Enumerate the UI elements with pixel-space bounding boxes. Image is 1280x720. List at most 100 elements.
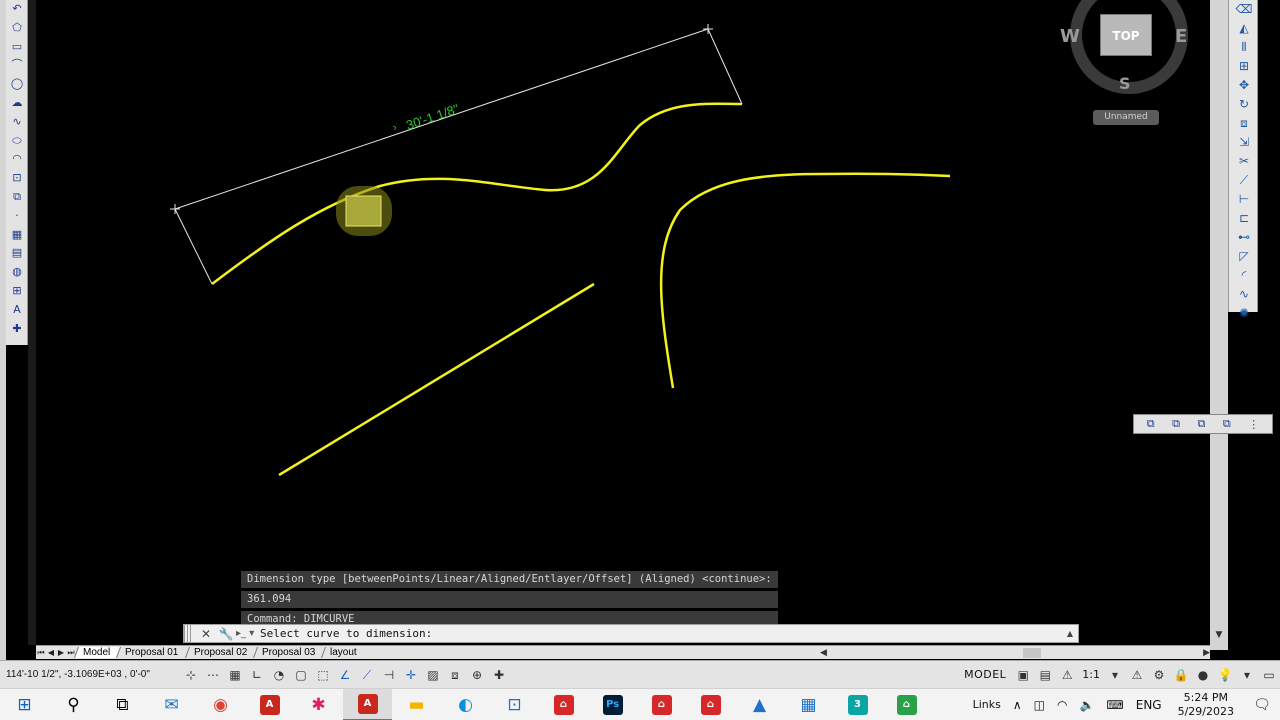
rotate-icon[interactable]: ↻ xyxy=(1229,95,1259,114)
zoom-extents-icon[interactable]: ⧉ xyxy=(1172,417,1180,431)
ellipse-icon[interactable]: ⬭ xyxy=(6,132,28,151)
explode-icon[interactable]: ✺ xyxy=(1229,304,1259,323)
annotation-visibility-icon[interactable]: ⚠ xyxy=(1056,666,1078,684)
keyboard-icon[interactable]: ⌨ xyxy=(1100,698,1129,712)
selection-cycling-icon[interactable]: ⧈ xyxy=(444,666,466,684)
command-history-up-icon[interactable]: ▲ xyxy=(1062,629,1078,638)
chrome-icon[interactable]: ◉ xyxy=(196,689,245,720)
command-line[interactable]: ✕ 🔧 ▸_ ▾ Select curve to dimension: ▲ xyxy=(183,624,1079,643)
gizmo-icon[interactable]: ✚ xyxy=(488,666,510,684)
mirror-icon[interactable]: ◭ xyxy=(1229,19,1259,38)
first-tab-icon[interactable]: ⏮ xyxy=(36,648,46,658)
blend-curves-icon[interactable]: ∿ xyxy=(1229,285,1259,304)
model-space-button[interactable]: MODEL xyxy=(958,668,1012,681)
polar-tracking-icon[interactable]: ◔ xyxy=(268,666,290,684)
transparency-icon[interactable]: ▨ xyxy=(422,666,444,684)
photos-icon[interactable]: ▲ xyxy=(735,689,784,720)
circle-icon[interactable]: ◯ xyxy=(6,75,28,94)
tab-proposal-01[interactable]: Proposal 01 xyxy=(116,647,189,658)
arc-icon[interactable]: ⌒ xyxy=(6,56,28,75)
app-red-icon[interactable]: ⌂ xyxy=(539,689,588,720)
workspace-switching-icon[interactable]: ⚙ xyxy=(1148,666,1170,684)
line-diagonal[interactable] xyxy=(278,282,595,477)
quick-view-drawings-icon[interactable]: ▤ xyxy=(1034,666,1056,684)
wrench-icon[interactable]: 🔧 xyxy=(216,627,236,641)
app-red-2-icon[interactable]: ⌂ xyxy=(637,689,686,720)
quick-view-layouts-icon[interactable]: ▣ xyxy=(1012,666,1034,684)
mail-icon[interactable]: ✉ xyxy=(147,689,196,720)
fillet-icon[interactable]: ◜ xyxy=(1229,266,1259,285)
scroll-track[interactable] xyxy=(832,647,1198,658)
acrobat-icon[interactable]: A xyxy=(245,689,294,720)
table-icon[interactable]: ⊞ xyxy=(6,282,28,301)
windows-start-icon[interactable]: ⊞ xyxy=(0,689,49,720)
status-menu-icon[interactable]: ▾ xyxy=(1236,666,1258,684)
isolate-objects-icon[interactable]: 💡 xyxy=(1214,666,1236,684)
tab-model[interactable]: Model xyxy=(73,647,121,658)
object-snap-tracking-icon[interactable]: ∠ xyxy=(334,666,356,684)
sketch-icon[interactable]: ⌂ xyxy=(882,689,931,720)
lineweight-icon[interactable]: ✛ xyxy=(400,666,422,684)
zoom-window-icon[interactable]: ⧉ xyxy=(1147,417,1155,431)
spline-icon[interactable]: ∿ xyxy=(6,113,28,132)
drawing-canvas[interactable]: 30'-1 1/8" › xyxy=(0,0,1210,645)
region-icon[interactable]: ◍ xyxy=(6,263,28,282)
language-indicator[interactable]: ENG xyxy=(1130,698,1168,712)
chevron-up-icon[interactable]: ∧ xyxy=(1007,698,1028,712)
coordinate-readout[interactable]: 114'-10 1/2", -3.1069E+03 , 0'-0" xyxy=(0,669,180,680)
toolbar-grip-icon[interactable]: ⋮ xyxy=(1248,418,1259,431)
infer-constraints-icon[interactable]: ⊹ xyxy=(180,666,202,684)
store-icon[interactable]: ⊡ xyxy=(490,689,539,720)
command-prompt-icon[interactable]: ▸_ ▾ xyxy=(236,628,258,639)
extend-icon[interactable]: ⟋ xyxy=(1229,171,1259,190)
insert-block-icon[interactable]: ⊡ xyxy=(6,169,28,188)
tab-layout[interactable]: layout xyxy=(321,647,368,658)
rectangle-icon[interactable]: ▭ xyxy=(6,38,28,57)
grid-display-icon[interactable]: ▦ xyxy=(224,666,246,684)
annotation-lock-icon[interactable]: 🔒 xyxy=(1170,666,1192,684)
point-icon[interactable]: · xyxy=(6,207,28,226)
dynamic-input-icon[interactable]: ⊣ xyxy=(378,666,400,684)
compass-south[interactable]: S xyxy=(1119,74,1131,93)
3dsmax-icon[interactable]: 3 xyxy=(833,689,882,720)
wifi-icon[interactable]: ◠ xyxy=(1051,698,1073,712)
zoom-all-icon[interactable]: ⧉ xyxy=(1223,417,1231,431)
vertical-scroll-down-icon[interactable]: ▼ xyxy=(1212,630,1226,645)
polygon-icon[interactable]: ⬠ xyxy=(6,19,28,38)
add-selected-icon[interactable]: ✚ xyxy=(6,320,28,339)
make-block-icon[interactable]: ⧉ xyxy=(6,188,28,207)
array-icon[interactable]: ⊞ xyxy=(1229,57,1259,76)
clock[interactable]: 5:24 PM 5/29/2023 xyxy=(1168,691,1244,719)
undo-icon[interactable]: ↶ xyxy=(6,0,28,19)
close-icon[interactable]: ✕ xyxy=(196,627,216,641)
links-toolbar[interactable]: Links xyxy=(967,698,1007,711)
autocad-icon[interactable]: A xyxy=(343,688,392,720)
edge-icon[interactable]: ◐ xyxy=(441,689,490,720)
notification-icon[interactable]: 🗨 xyxy=(1244,697,1280,713)
hardware-acceleration-icon[interactable]: ● xyxy=(1192,666,1214,684)
revcloud-icon[interactable]: ☁ xyxy=(6,94,28,113)
volume-icon[interactable]: 🔈 xyxy=(1073,698,1100,712)
join-icon[interactable]: ⊷ xyxy=(1229,228,1259,247)
horizontal-scrollbar[interactable]: ◀ ▶ xyxy=(820,647,1210,659)
slack-icon[interactable]: ✱ xyxy=(294,689,343,720)
snap-mode-icon[interactable]: ⋯ xyxy=(202,666,224,684)
ucs-icon[interactable]: ⟋ xyxy=(356,666,378,684)
viewcube-top-face[interactable]: TOP xyxy=(1100,14,1152,56)
auto-scale-icon[interactable]: ⚠ xyxy=(1126,666,1148,684)
zoom-previous-icon[interactable]: ⧉ xyxy=(1197,417,1205,431)
trim-icon[interactable]: ✂ xyxy=(1229,152,1259,171)
scale-icon[interactable]: ⧈ xyxy=(1229,114,1259,133)
compass-west[interactable]: W xyxy=(1060,26,1080,47)
mtext-icon[interactable]: A xyxy=(6,301,28,320)
file-explorer-icon[interactable]: ▬ xyxy=(392,689,441,720)
command-line-grip[interactable] xyxy=(184,625,192,642)
wcs-menu-button[interactable]: Unnamed xyxy=(1093,110,1159,125)
annotation-scale[interactable]: 1:1 xyxy=(1078,668,1104,681)
erase-icon[interactable]: ⌫ xyxy=(1229,0,1259,19)
prev-tab-icon[interactable]: ◀ xyxy=(46,648,56,657)
scroll-right-icon[interactable]: ▶ xyxy=(1203,648,1210,658)
move-icon[interactable]: ✥ xyxy=(1229,76,1259,95)
tab-proposal-03[interactable]: Proposal 03 xyxy=(252,647,326,658)
tab-proposal-02[interactable]: Proposal 02 xyxy=(184,647,258,658)
